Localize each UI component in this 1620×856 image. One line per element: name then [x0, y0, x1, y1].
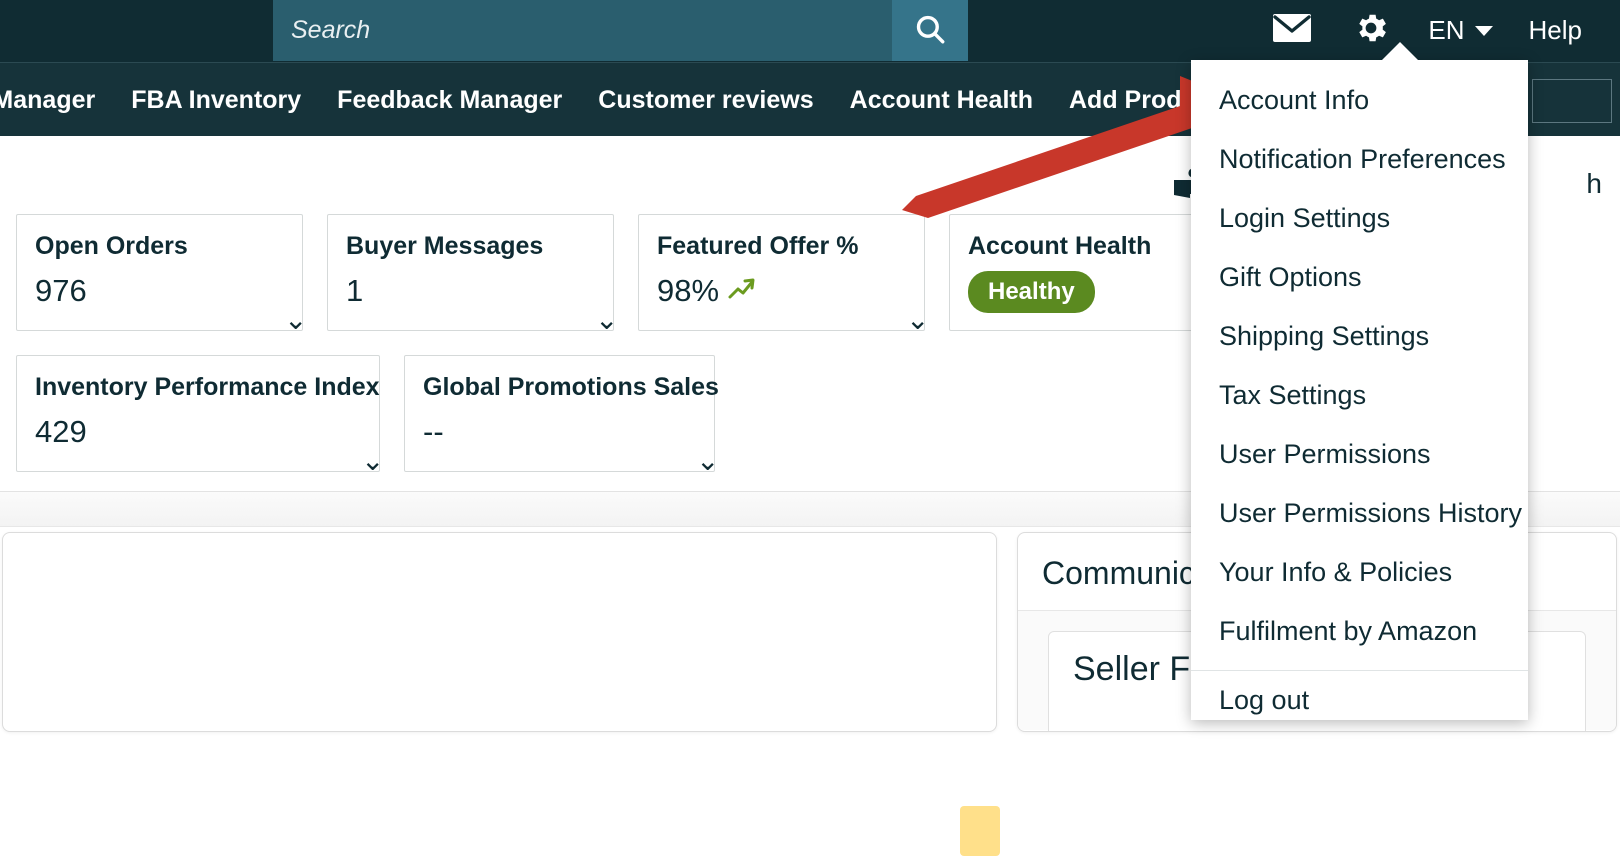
chevron-down-icon: ⌄ — [696, 444, 720, 477]
metric-card-featured-offer[interactable]: Featured Offer % 98% ⌄ — [638, 214, 929, 334]
nav-item-account-health[interactable]: Account Health — [832, 63, 1051, 137]
metric-title: Inventory Performance Index — [35, 373, 380, 401]
metric-card-open-orders[interactable]: Open Orders 976 ⌄ — [16, 214, 307, 334]
dropdown-item-your-info-policies[interactable]: Your Info & Policies — [1191, 543, 1528, 602]
metric-card-global-promotions-sales[interactable]: Global Promotions Sales -- ⌄ — [404, 355, 719, 475]
truncated-text-right: h — [1586, 168, 1602, 199]
metric-cards-row-2: Inventory Performance Index 429 ⌄ Global… — [16, 355, 719, 475]
search-submit-button[interactable] — [892, 0, 968, 61]
chevron-down-icon: ⌄ — [361, 444, 385, 477]
metric-value-row: 1 — [346, 273, 595, 309]
metric-title: Buyer Messages — [346, 232, 544, 260]
metric-value-row: 429 — [35, 414, 361, 450]
metric-title: Account Health — [968, 232, 1152, 260]
metric-card-inventory-performance-index[interactable]: Inventory Performance Index 429 ⌄ — [16, 355, 384, 475]
metric-value-row: 976 — [35, 273, 284, 309]
dropdown-item-tax-settings[interactable]: Tax Settings — [1191, 366, 1528, 425]
dropdown-item-shipping-settings[interactable]: Shipping Settings — [1191, 307, 1528, 366]
language-selector[interactable]: EN — [1410, 0, 1510, 61]
dashboard-panel-left — [2, 532, 997, 732]
status-badge: Healthy — [968, 271, 1095, 313]
metric-card-buyer-messages[interactable]: Buyer Messages 1 ⌄ — [327, 214, 618, 334]
dropdown-pointer-icon — [1380, 42, 1420, 62]
search-input[interactable] — [273, 0, 892, 61]
dropdown-item-login-settings[interactable]: Login Settings — [1191, 189, 1528, 248]
chevron-down-icon — [1474, 25, 1493, 36]
trending-up-icon — [727, 276, 757, 307]
envelope-icon — [1272, 13, 1312, 48]
dropdown-items-list: Account Info Notification Preferences Lo… — [1191, 60, 1528, 730]
metric-value: 429 — [35, 414, 87, 449]
help-button[interactable]: Help — [1511, 0, 1600, 61]
nav-items-list: ign Manager FBA Inventory Feedback Manag… — [0, 63, 1293, 137]
nav-item-campaign-manager[interactable]: ign Manager — [0, 63, 113, 137]
decorative-accent — [960, 806, 1000, 856]
dropdown-item-user-permissions[interactable]: User Permissions — [1191, 425, 1528, 484]
metric-cards-row-1: Open Orders 976 ⌄ Buyer Messages 1 ⌄ Fea… — [16, 214, 1236, 334]
dropdown-item-notification-preferences[interactable]: Notification Preferences — [1191, 130, 1528, 189]
nav-search-input[interactable] — [1532, 79, 1612, 123]
metric-value: 1 — [346, 273, 364, 308]
account-settings-dropdown: Account Info Notification Preferences Lo… — [1191, 60, 1528, 720]
language-label: EN — [1428, 15, 1465, 45]
metric-title: Global Promotions Sales — [423, 373, 719, 401]
metric-value: 976 — [35, 273, 87, 308]
header-right-actions: EN Help — [1252, 0, 1600, 61]
metric-title: Featured Offer % — [657, 232, 859, 260]
nav-item-customer-reviews[interactable]: Customer reviews — [580, 63, 831, 137]
messages-button[interactable] — [1252, 0, 1332, 61]
dropdown-item-user-permissions-history[interactable]: User Permissions History — [1191, 484, 1528, 543]
global-search — [273, 0, 968, 61]
search-icon — [913, 12, 947, 49]
dropdown-item-gift-options[interactable]: Gift Options — [1191, 248, 1528, 307]
nav-item-feedback-manager[interactable]: Feedback Manager — [319, 63, 580, 137]
metric-value-row: -- — [423, 414, 696, 450]
chevron-down-icon: ⌄ — [595, 303, 619, 336]
metric-value: -- — [423, 414, 444, 449]
top-header-bar: EN Help — [0, 0, 1620, 62]
metric-value-row: 98% — [657, 273, 906, 309]
metric-title: Open Orders — [35, 232, 188, 260]
dropdown-item-log-out[interactable]: Log out — [1191, 671, 1528, 730]
nav-item-fba-inventory[interactable]: FBA Inventory — [113, 63, 319, 137]
chevron-down-icon: ⌄ — [284, 303, 308, 336]
help-label: Help — [1528, 15, 1582, 45]
dropdown-item-fulfilment-by-amazon[interactable]: Fulfilment by Amazon — [1191, 602, 1528, 661]
metric-value: 98% — [657, 273, 720, 308]
dropdown-item-account-info[interactable]: Account Info — [1191, 71, 1528, 130]
chevron-down-icon: ⌄ — [906, 303, 930, 336]
